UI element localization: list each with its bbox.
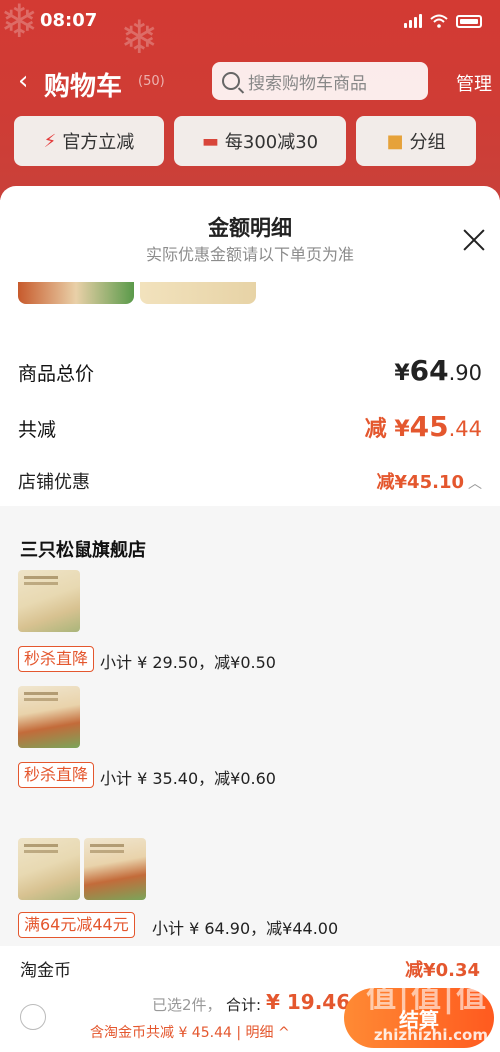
watermark-logo: 值|值|值: [366, 980, 488, 1015]
chip-label: 分组: [409, 132, 446, 153]
total-reduce-row: 共减 减 ¥45.44: [18, 410, 482, 443]
signal-icon: [404, 14, 422, 28]
navigation-bar: ‹ 购物车 (50) 搜索购物车商品 管理: [0, 60, 500, 104]
selected-count: 已选2件，: [152, 996, 222, 1014]
sum-label: 合计:: [226, 996, 262, 1014]
subtotal-text: 小计 ¥ 29.50，减¥0.50: [100, 653, 276, 672]
product-thumbnail: [140, 282, 256, 304]
search-icon: [222, 72, 240, 90]
back-icon[interactable]: ‹: [18, 66, 28, 96]
chip-group[interactable]: ■ 分组: [356, 116, 476, 166]
battery-icon: [456, 14, 482, 28]
chip-label: 每300减30: [224, 132, 319, 153]
sheet-title: 金额明细: [208, 216, 292, 240]
total-price-label: 商品总价: [18, 363, 95, 385]
status-time: 08:07: [40, 10, 98, 31]
total-reduce-label: 共减: [18, 419, 57, 441]
lightning-icon: ⚡: [43, 130, 57, 152]
total-price-row: 商品总价 ¥64.90: [18, 354, 482, 387]
select-all-radio[interactable]: [20, 1004, 46, 1030]
subtotal-text: 小计 ¥ 64.90，减¥44.00: [152, 919, 339, 938]
product-image: [18, 838, 80, 900]
product-image: [18, 686, 80, 748]
close-icon[interactable]: [462, 228, 486, 252]
sum-value: ¥ 19.46: [266, 990, 351, 1014]
chevron-up-icon: ︿: [468, 476, 482, 492]
shop-discount-label: 店铺优惠: [18, 472, 90, 493]
product-thumbnails-strip: [18, 282, 256, 304]
folder-icon: ■: [386, 130, 404, 152]
sheet-subtitle: 实际优惠金额请以下单页为准: [145, 245, 354, 264]
header-background: ❄ ❄ 08:07 ‹ 购物车 (50) 搜索购物车商品 管理 ⚡ 官方立减 ▬…: [0, 0, 500, 200]
wifi-icon: [430, 14, 448, 28]
page-title: 购物车: [44, 72, 123, 102]
promo-tag: 满64元减44元: [18, 912, 135, 938]
amount-detail-sheet: 金额明细 实际优惠金额请以下单页为准 商品总价 ¥64.90 共减 减 ¥45.…: [0, 186, 500, 1052]
discount-detail-panel: 三只松鼠旗舰店 秒杀直降 小计 ¥ 29.50，减¥0.50 秒杀直降 小计 ¥…: [0, 506, 500, 946]
shop-discount-row[interactable]: 店铺优惠 减¥45.10 ︿: [18, 468, 482, 494]
product-image: [84, 838, 146, 900]
manage-button[interactable]: 管理: [456, 70, 492, 96]
gold-discount-detail-link[interactable]: 含淘金币共减 ¥ 45.44 | 明细 ^: [90, 1022, 290, 1042]
total-reduce-value: 减 ¥45.44: [364, 410, 482, 443]
filter-chips: ⚡ 官方立减 ▬ 每300减30 ■ 分组: [14, 116, 500, 166]
product-thumbnail: [18, 282, 134, 304]
shop-discount-value: 减¥45.10 ︿: [376, 472, 482, 493]
chip-label: 官方立减: [62, 132, 135, 153]
product-image: [18, 570, 80, 632]
search-bar[interactable]: 搜索购物车商品: [212, 62, 428, 100]
cart-count: (50): [138, 74, 165, 89]
taojinbi-label: 淘金币: [20, 961, 71, 981]
status-bar: 08:07: [0, 8, 500, 36]
store-name: 三只松鼠旗舰店: [20, 540, 146, 561]
watermark-text: zhizhizhi.com: [373, 1026, 488, 1044]
total-price-value: ¥64.90: [394, 354, 482, 387]
subtotal-text: 小计 ¥ 35.40，减¥0.60: [100, 769, 276, 788]
chip-coupon[interactable]: ▬ 每300减30: [174, 116, 346, 166]
search-placeholder: 搜索购物车商品: [248, 73, 367, 94]
promo-tag: 秒杀直降: [18, 646, 95, 672]
coupon-icon: ▬: [201, 130, 219, 152]
promo-tag: 秒杀直降: [18, 762, 95, 788]
chip-official-discount[interactable]: ⚡ 官方立减: [14, 116, 164, 166]
